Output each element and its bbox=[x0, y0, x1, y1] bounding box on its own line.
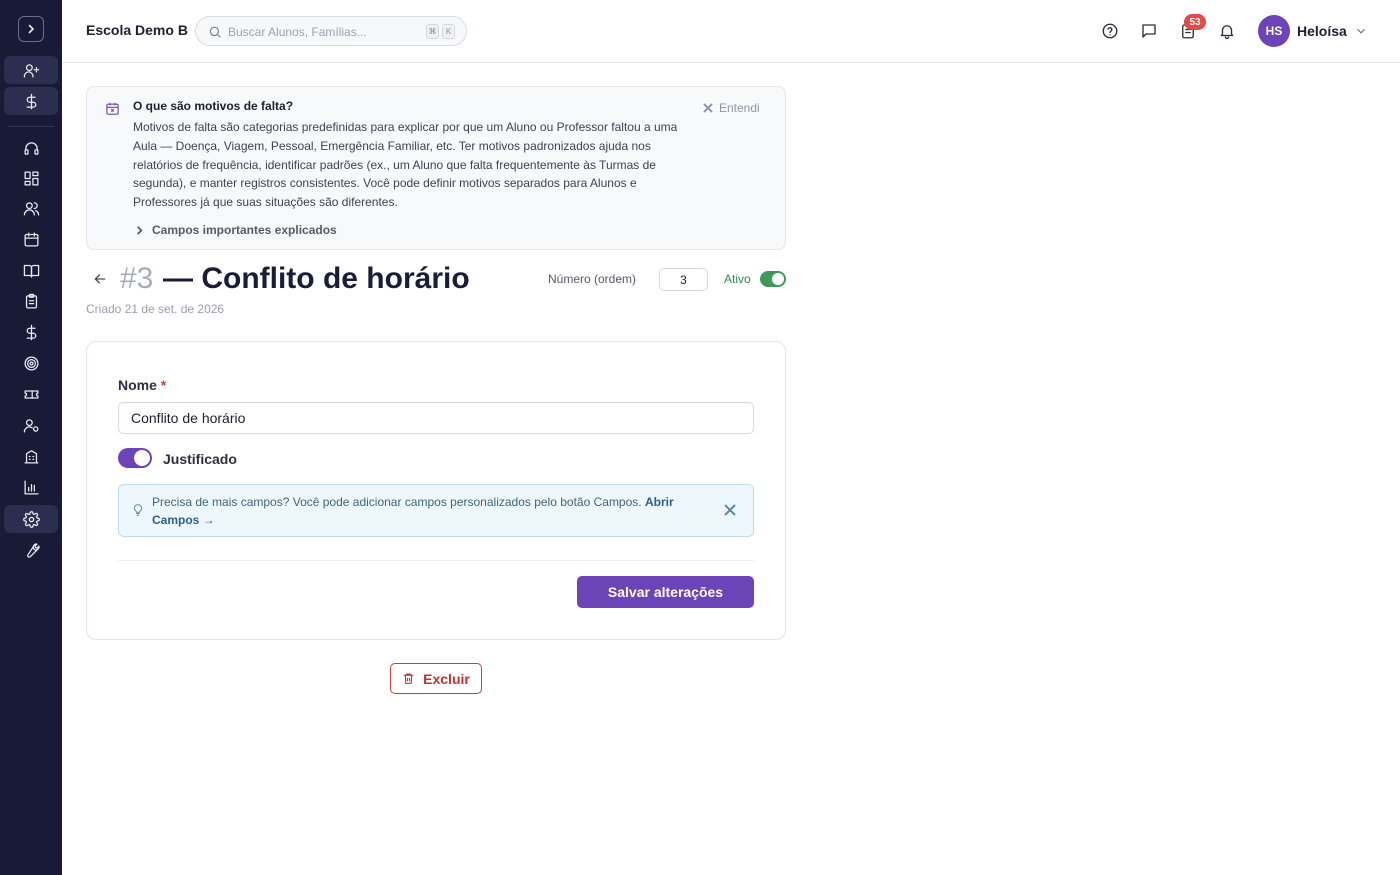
dashboard-icon bbox=[23, 170, 39, 186]
sidebar-item-tickets[interactable] bbox=[4, 380, 58, 408]
search-icon bbox=[209, 26, 221, 38]
sidebar-item-billing[interactable] bbox=[4, 87, 58, 115]
reason-number: #3 bbox=[120, 262, 154, 295]
target-icon bbox=[23, 355, 39, 371]
shortcut-key-cmd: ⌘ bbox=[426, 24, 439, 39]
clipboard-icon bbox=[25, 293, 37, 309]
users-icon bbox=[23, 201, 39, 216]
info-body: Motivos de falta são categorias predefin… bbox=[133, 120, 678, 210]
sidebar bbox=[0, 0, 62, 875]
arrow-left-icon bbox=[94, 274, 106, 284]
wrench-icon bbox=[26, 542, 40, 558]
user-menu-toggle[interactable] bbox=[1354, 24, 1368, 38]
close-icon bbox=[703, 103, 713, 113]
help-button[interactable] bbox=[1099, 20, 1121, 42]
search-input[interactable] bbox=[228, 22, 408, 42]
sidebar-item-staff[interactable] bbox=[4, 411, 58, 439]
delete-button[interactable]: Excluir bbox=[390, 663, 482, 694]
dismiss-button[interactable]: Entendi bbox=[703, 101, 760, 115]
gear-icon bbox=[22, 510, 40, 528]
dismiss-label: Entendi bbox=[719, 101, 760, 115]
sidebar-item-courses[interactable] bbox=[4, 256, 58, 284]
order-label: Número (ordem) bbox=[548, 272, 637, 286]
trash-icon bbox=[403, 673, 414, 684]
chevron-right-icon bbox=[28, 24, 35, 34]
fields-explained-toggle[interactable]: Campos importantes explicados bbox=[135, 223, 337, 237]
justified-toggle[interactable] bbox=[118, 448, 152, 468]
user-plus-icon bbox=[23, 63, 39, 78]
sidebar-item-attendance[interactable] bbox=[4, 287, 58, 315]
sidebar-item-dashboard[interactable] bbox=[4, 164, 58, 192]
notifications-button[interactable] bbox=[1216, 20, 1238, 42]
created-date: Criado 21 de set. de 2026 bbox=[86, 302, 225, 316]
ticket-icon bbox=[23, 389, 39, 399]
toggle-knob bbox=[772, 273, 784, 285]
chevron-down-icon bbox=[1357, 28, 1365, 34]
sidebar-item-reports[interactable] bbox=[4, 473, 58, 501]
page-title: — Conflito de horário bbox=[163, 262, 470, 295]
search-box[interactable]: ⌘ K bbox=[195, 16, 467, 46]
user-avatar[interactable]: HS bbox=[1258, 15, 1290, 47]
chevron-right-icon bbox=[137, 225, 143, 235]
form-card: Nome * Justificado Precisa de mais campo… bbox=[86, 341, 786, 640]
sidebar-item-settings[interactable] bbox=[4, 505, 58, 533]
form-divider bbox=[118, 560, 754, 561]
name-input[interactable] bbox=[118, 402, 754, 434]
school-name: Escola Demo B bbox=[86, 22, 188, 38]
name-label-text: Nome bbox=[118, 377, 157, 393]
close-icon bbox=[724, 504, 736, 516]
calendar-x-icon bbox=[105, 101, 120, 116]
sidebar-item-goals[interactable] bbox=[4, 349, 58, 377]
top-header: Escola Demo B ⌘ K 53 HS Heloísa bbox=[62, 0, 1400, 63]
help-icon bbox=[1102, 23, 1118, 39]
name-label: Nome * bbox=[118, 377, 166, 393]
sidebar-divider bbox=[8, 126, 54, 127]
sidebar-item-support[interactable] bbox=[4, 134, 58, 162]
lightbulb-icon bbox=[131, 503, 145, 517]
justified-label: Justificado bbox=[163, 451, 237, 467]
user-name[interactable]: Heloísa bbox=[1297, 23, 1347, 39]
sidebar-item-school[interactable] bbox=[4, 442, 58, 470]
sidebar-item-add-student[interactable] bbox=[4, 56, 58, 84]
active-label: Ativo bbox=[724, 272, 751, 286]
headset-icon bbox=[23, 141, 39, 155]
order-input[interactable] bbox=[659, 268, 708, 291]
shortcut-key-k: K bbox=[442, 24, 455, 39]
dollar-icon bbox=[26, 324, 36, 340]
calendar-icon bbox=[23, 231, 39, 247]
toggle-knob bbox=[134, 450, 150, 466]
bar-chart-icon bbox=[23, 479, 39, 495]
book-icon bbox=[23, 264, 39, 278]
message-icon bbox=[1142, 24, 1156, 38]
required-mark: * bbox=[160, 377, 167, 393]
delete-label: Excluir bbox=[423, 670, 470, 687]
back-button[interactable] bbox=[92, 271, 108, 287]
sidebar-item-finance[interactable] bbox=[4, 318, 58, 346]
info-title: O que são motivos de falta? bbox=[133, 99, 294, 113]
sidebar-expand-button[interactable] bbox=[18, 16, 44, 42]
tip-message: Precisa de mais campos? Você pode adicio… bbox=[152, 495, 642, 509]
user-settings-icon bbox=[23, 418, 39, 433]
sidebar-item-tools[interactable] bbox=[4, 536, 58, 564]
notification-badge: 53 bbox=[1184, 14, 1206, 30]
building-icon bbox=[23, 449, 39, 464]
messages-button[interactable] bbox=[1138, 20, 1160, 42]
dollar-icon bbox=[26, 93, 36, 109]
sidebar-item-people[interactable] bbox=[4, 194, 58, 222]
sidebar-item-calendar[interactable] bbox=[4, 225, 58, 253]
info-banner: O que são motivos de falta? Motivos de f… bbox=[86, 86, 786, 250]
tip-text: Precisa de mais campos? Você pode adicio… bbox=[152, 493, 712, 529]
fields-explained-label: Campos importantes explicados bbox=[152, 223, 337, 237]
tip-close-button[interactable] bbox=[723, 503, 737, 517]
custom-fields-tip: Precisa de mais campos? Você pode adicio… bbox=[118, 484, 754, 537]
bell-icon bbox=[1220, 25, 1234, 40]
save-button[interactable]: Salvar alterações bbox=[577, 576, 754, 608]
active-toggle[interactable] bbox=[760, 271, 786, 287]
